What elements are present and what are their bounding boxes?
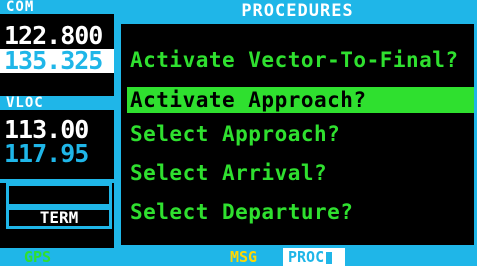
- vloc-label: VLOC: [0, 96, 114, 110]
- page-indicator-proc: PROC: [283, 248, 345, 266]
- empty-slot: [6, 183, 112, 207]
- menu-item-activate-approach[interactable]: Activate Approach?: [127, 87, 474, 113]
- com-label: COM: [0, 0, 114, 14]
- status-bar: GPS MSG PROC: [0, 248, 477, 266]
- menu-item-select-departure[interactable]: Select Departure?: [127, 199, 474, 225]
- vloc-standby-frequency[interactable]: 117.95: [0, 141, 114, 166]
- message-indicator[interactable]: MSG: [230, 248, 257, 266]
- com-active-frequency[interactable]: 122.800: [0, 23, 114, 48]
- gps-mode-indicator: GPS: [24, 248, 52, 266]
- menu-item-select-arrival[interactable]: Select Arrival?: [127, 160, 474, 186]
- com-standby-frequency[interactable]: 135.325: [0, 48, 114, 73]
- cursor-icon: [326, 251, 333, 264]
- menu-item-select-approach[interactable]: Select Approach?: [127, 121, 474, 147]
- menu-item-activate-vector-to-final[interactable]: Activate Vector-To-Final?: [127, 47, 474, 73]
- page-indicator-label: PROC: [288, 248, 325, 266]
- cdi-mode-indicator: TERM: [6, 207, 112, 229]
- page-title: PROCEDURES: [118, 0, 477, 24]
